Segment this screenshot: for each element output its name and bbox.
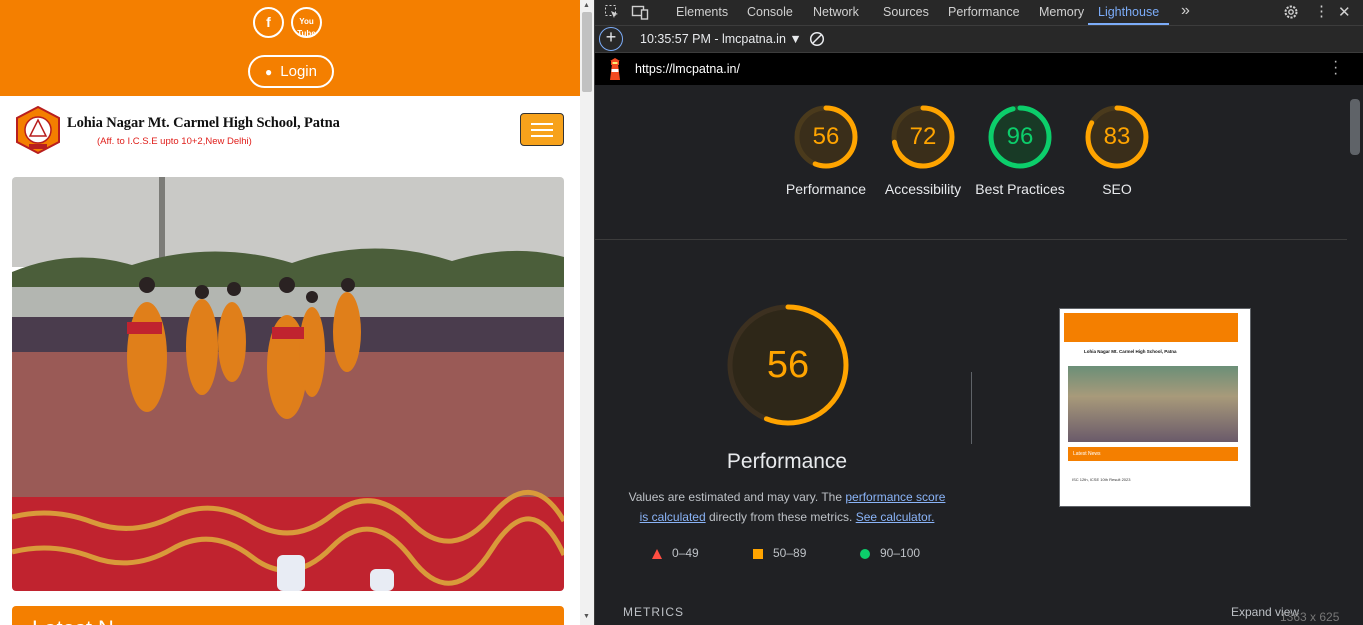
scroll-down-arrow-icon[interactable]: ▼ (583, 613, 590, 620)
user-icon: ● (265, 65, 273, 79)
triangle-icon (652, 548, 662, 559)
legend-range: 50–89 (773, 546, 807, 560)
section-divider (595, 239, 1347, 240)
performance-title: Performance (726, 450, 848, 473)
youtube-label: You Tube (297, 17, 316, 38)
gauge-label-performance: Performance (785, 181, 867, 197)
see-calculator-link[interactable]: See calculator. (856, 510, 935, 524)
dropdown-arrow-icon: ▼ (789, 32, 802, 46)
tab-network[interactable]: Network (813, 0, 859, 25)
performance-score: 56 (766, 344, 810, 386)
login-label: Login (280, 63, 317, 80)
legend-range: 90–100 (880, 546, 921, 560)
gauge-seo[interactable]: 83 (1085, 105, 1149, 169)
thumb-school-name: Lohia Nagar Mt. Carmel High School, Patn… (1084, 349, 1177, 354)
lighthouse-logo-icon (610, 58, 620, 80)
tab-lighthouse[interactable]: Lighthouse (1088, 0, 1170, 25)
tab-elements[interactable]: Elements (676, 0, 728, 25)
close-devtools-icon[interactable]: ✕ (1338, 3, 1351, 21)
website-viewport: f You Tube ● Login Lohia Nagar Mt. Carmel… (0, 0, 580, 625)
gauge-label-seo: SEO (1102, 181, 1132, 197)
performance-big-gauge: 56 (726, 303, 850, 427)
gauge-score: 72 (909, 123, 937, 150)
device-toolbar-icon[interactable] (631, 4, 649, 20)
gauge-score: 83 (1103, 123, 1131, 150)
school-logo (16, 106, 60, 154)
login-button[interactable]: ● Login (248, 55, 334, 88)
desc-text: directly from these metrics. (705, 510, 856, 524)
latest-news-label: Latest N (32, 616, 114, 625)
report-url[interactable]: https://lmcpatna.in/ (635, 62, 740, 76)
devtools-tab-bar: Elements Console Network Sources Perform… (595, 0, 1363, 26)
legend-range: 0–49 (672, 546, 699, 560)
tab-console[interactable]: Console (747, 0, 793, 25)
page-screenshot-thumbnail[interactable]: Lohia Nagar Mt. Carmel High School, Patn… (1059, 308, 1251, 507)
report-url-bar: https://lmcpatna.in/ · · · (595, 53, 1363, 85)
vertical-separator (971, 372, 972, 444)
thumb-photo (1068, 366, 1238, 442)
school-affiliation: (Aff. to I.C.S.E upto 10+2,New Delhi) (97, 136, 252, 147)
lighthouse-toolbar: + 10:35:57 PM - lmcpatna.in ▼ (595, 26, 1363, 53)
scroll-up-arrow-icon[interactable]: ▲ (583, 2, 590, 9)
tab-performance[interactable]: Performance (948, 0, 1020, 25)
more-tabs-chevron-icon[interactable]: » (1181, 2, 1190, 20)
performance-description: Values are estimated and may vary. The p… (623, 487, 951, 527)
website-scrollbar[interactable]: ▲ ▼ (580, 0, 594, 625)
gauge-label-best-practices: Best Practices (975, 181, 1065, 197)
session-label: 10:35:57 PM - lmcpatna.in (640, 32, 786, 46)
legend-pass: 90–100 (860, 546, 920, 560)
gauge-score: 56 (812, 123, 840, 150)
viewport-dimensions: 1363 x 625 (1280, 610, 1340, 624)
latest-news-header: Latest N (12, 606, 564, 625)
desc-text: Values are estimated and may vary. The (628, 490, 846, 504)
settings-gear-icon[interactable] (1283, 4, 1299, 20)
tab-sources[interactable]: Sources (883, 0, 929, 25)
gauge-accessibility[interactable]: 72 (891, 105, 955, 169)
youtube-icon[interactable]: You Tube (291, 7, 322, 38)
website-scroll-thumb[interactable] (582, 12, 592, 92)
hero-photo (12, 177, 564, 591)
new-report-add-icon[interactable]: + (599, 27, 623, 51)
site-header: Lohia Nagar Mt. Carmel High School, Patn… (0, 96, 580, 166)
metrics-heading: METRICS (623, 605, 684, 619)
gauge-label-accessibility: Accessibility (884, 181, 962, 197)
gauge-best-practices[interactable]: 96 (988, 105, 1052, 169)
customize-kebab-icon[interactable]: ⋮ (1314, 2, 1329, 20)
square-icon (753, 548, 763, 559)
thumb-news-bar: Latest News (1068, 447, 1238, 461)
report-menu-kebab-icon[interactable]: · · · (1333, 54, 1338, 82)
clear-reports-icon[interactable] (809, 31, 825, 47)
report-scrollbar[interactable] (1347, 85, 1363, 625)
lighthouse-report: 56 Performance 72 Accessibility 96 Best … (595, 85, 1347, 625)
gauge-score: 96 (1006, 123, 1034, 150)
circle-icon (860, 548, 870, 559)
gauge-performance[interactable]: 56 (794, 105, 858, 169)
school-name: Lohia Nagar Mt. Carmel High School, Patn… (67, 115, 340, 131)
inspect-element-icon[interactable] (604, 4, 620, 20)
legend-average: 50–89 (753, 546, 806, 560)
menu-toggle-button[interactable] (520, 113, 564, 146)
facebook-icon[interactable]: f (253, 7, 284, 38)
report-session-select[interactable]: 10:35:57 PM - lmcpatna.in ▼ (640, 32, 802, 46)
report-scroll-thumb[interactable] (1350, 99, 1360, 155)
thumb-news-item: ISC 12th, ICSE 10th Result 2023 (1072, 477, 1131, 482)
thumb-top-bar (1064, 313, 1238, 342)
tab-memory[interactable]: Memory (1039, 0, 1084, 25)
site-top-bar: f You Tube ● Login (0, 0, 580, 96)
devtools-panel: Elements Console Network Sources Perform… (595, 0, 1363, 625)
legend-fail: 0–49 (652, 546, 699, 560)
